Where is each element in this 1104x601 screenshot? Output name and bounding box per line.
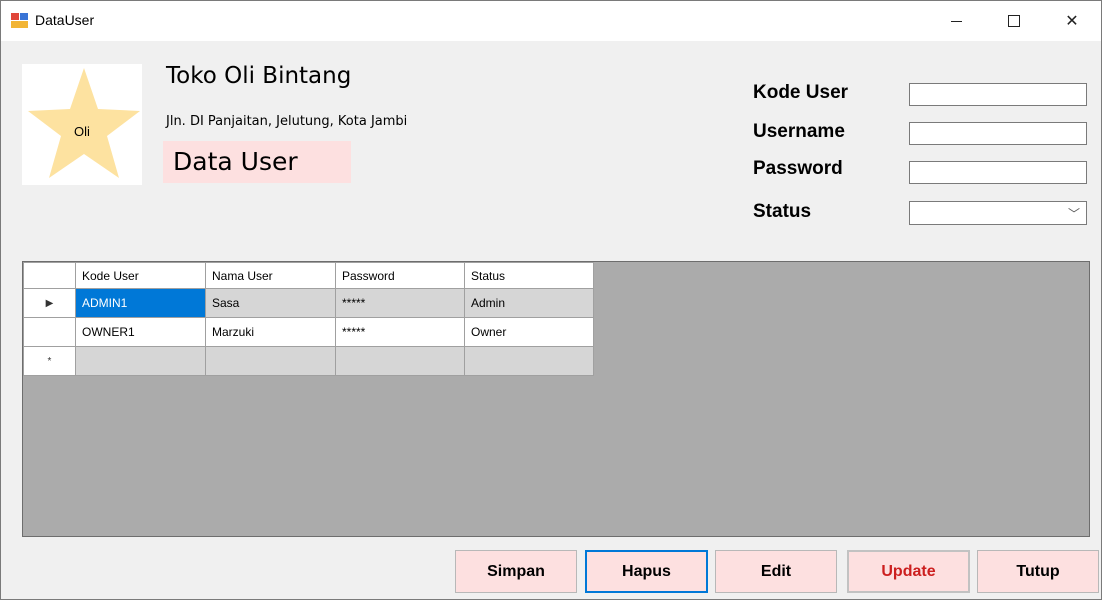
row-header[interactable] [23, 317, 76, 347]
edit-button[interactable]: Edit [715, 550, 837, 593]
password-label: Password [753, 158, 843, 179]
table-row[interactable]: ▶ ADMIN1 Sasa ***** Admin [23, 288, 594, 318]
close-icon: ✕ [1065, 13, 1079, 30]
new-cell-nama-user[interactable] [205, 346, 336, 376]
users-table: Kode User Nama User Password Status ▶ AD… [23, 262, 594, 376]
store-address: Jln. DI Panjaitan, Jelutung, Kota Jambi [166, 114, 408, 129]
table-header-row: Kode User Nama User Password Status [23, 262, 594, 289]
form-title: Data User [163, 141, 351, 183]
new-row-asterisk-icon[interactable]: * [23, 346, 76, 376]
update-button[interactable]: Update [847, 550, 970, 593]
window-title: DataUser [35, 12, 95, 28]
kode-user-label: Kode User [753, 82, 849, 103]
cell-password[interactable]: ***** [335, 317, 465, 347]
current-row-arrow-icon[interactable]: ▶ [23, 288, 76, 318]
cell-status[interactable]: Owner [464, 317, 594, 347]
title-bar[interactable]: DataUser ✕ [1, 1, 1101, 41]
maximize-icon [1008, 15, 1020, 27]
column-header-kode-user[interactable]: Kode User [75, 262, 206, 289]
store-logo: Oli [22, 64, 142, 185]
users-datagrid[interactable]: Kode User Nama User Password Status ▶ AD… [22, 261, 1090, 537]
column-header-password[interactable]: Password [335, 262, 465, 289]
username-input[interactable] [909, 122, 1087, 145]
chevron-down-icon[interactable]: ﹀ [1068, 205, 1080, 222]
datauser-window: DataUser ✕ Oli Toko Oli Bintang Jln. DI … [0, 0, 1102, 600]
kode-user-input[interactable] [909, 83, 1087, 106]
cell-nama-user[interactable]: Sasa [205, 288, 336, 318]
new-cell-status[interactable] [464, 346, 594, 376]
new-cell-password[interactable] [335, 346, 465, 376]
password-input[interactable] [909, 161, 1087, 184]
logo-label: Oli [74, 124, 90, 139]
new-row[interactable]: * [23, 346, 594, 376]
app-icon [11, 13, 28, 28]
row-header-corner[interactable] [23, 262, 76, 289]
column-header-nama-user[interactable]: Nama User [205, 262, 336, 289]
cell-status[interactable]: Admin [464, 288, 594, 318]
tutup-button[interactable]: Tutup [977, 550, 1099, 593]
new-cell-kode-user[interactable] [75, 346, 206, 376]
minimize-button[interactable] [933, 1, 979, 41]
cell-kode-user[interactable]: OWNER1 [75, 317, 206, 347]
table-row[interactable]: OWNER1 Marzuki ***** Owner [23, 317, 594, 347]
status-label: Status [753, 201, 812, 222]
cell-password[interactable]: ***** [335, 288, 465, 318]
status-combobox[interactable]: ﹀ [909, 201, 1087, 225]
minimize-icon [950, 20, 962, 22]
close-button[interactable]: ✕ [1049, 1, 1095, 41]
maximize-button[interactable] [991, 1, 1037, 41]
cell-nama-user[interactable]: Marzuki [205, 317, 336, 347]
hapus-button[interactable]: Hapus [585, 550, 708, 593]
column-header-status[interactable]: Status [464, 262, 594, 289]
cell-kode-user[interactable]: ADMIN1 [75, 288, 206, 318]
username-label: Username [753, 121, 845, 142]
simpan-button[interactable]: Simpan [455, 550, 577, 593]
store-name: Toko Oli Bintang [166, 63, 352, 89]
